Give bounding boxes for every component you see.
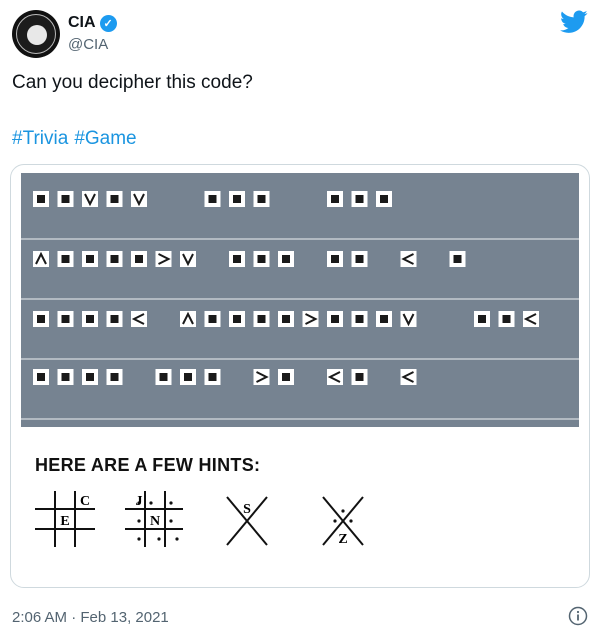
hints-title: HERE ARE A FEW HINTS: — [35, 455, 261, 475]
cipher-glyph-inner — [61, 195, 70, 203]
cipher-glyph-inner — [159, 373, 168, 381]
cipher-glyph-inner — [208, 195, 217, 203]
cipher-glyph-inner — [86, 373, 94, 381]
cipher-glyph-inner — [282, 255, 290, 263]
cipher-glyph-inner — [37, 315, 45, 323]
seal-center — [27, 25, 47, 45]
author-handle[interactable]: @CIA — [68, 36, 108, 53]
cipher-glyph-inner — [355, 255, 364, 263]
verified-badge-icon: ✓ — [99, 14, 117, 32]
cipher-glyph-inner — [233, 255, 241, 263]
cipher-glyph-inner — [37, 195, 45, 203]
cipher-glyph-inner — [233, 195, 241, 203]
cipher-glyph-inner — [453, 255, 462, 263]
hint-letter-s: S — [243, 502, 251, 517]
cipher-glyph-inner — [257, 255, 266, 263]
cipher-glyph-inner — [257, 315, 266, 323]
tweet-media-image[interactable]: HERE ARE A FEW HINTS: C E J N S Z — [10, 164, 590, 588]
hint-letter-c: C — [80, 494, 90, 509]
hashtag-trivia-link[interactable]: #Trivia — [12, 128, 68, 149]
tweet-text: Can you decipher this code? — [12, 72, 253, 93]
hint-letter-n: N — [150, 514, 160, 529]
cipher-glyph-inner — [355, 373, 364, 381]
cipher-glyph-inner — [184, 373, 192, 381]
cipher-glyph-inner — [110, 195, 119, 203]
cipher-glyph-inner — [380, 315, 388, 323]
hashtags: #Trivia #Game — [12, 128, 143, 150]
cipher-glyph-inner — [135, 255, 143, 263]
hint-letter-z: Z — [338, 532, 347, 547]
cipher-glyph-inner — [257, 195, 266, 203]
cipher-glyph-inner — [282, 315, 290, 323]
cipher-glyph-inner — [61, 255, 70, 263]
author-name-row[interactable]: CIA ✓ — [68, 14, 117, 32]
hint-letter-e: E — [60, 514, 69, 529]
hint-diagrams: C E J N S Z — [35, 491, 364, 547]
cipher-code-panel — [21, 173, 579, 427]
cipher-glyph-inner — [86, 255, 94, 263]
twitter-bird-icon[interactable] — [560, 10, 588, 34]
cipher-glyphs — [33, 191, 539, 385]
cipher-glyph-inner — [502, 315, 511, 323]
cipher-glyph-inner — [208, 373, 217, 381]
cipher-glyph-inner — [86, 315, 94, 323]
pigpen-cipher-graphic — [21, 191, 579, 420]
cipher-glyph-inner — [355, 315, 364, 323]
cipher-glyph-inner — [331, 315, 339, 323]
cipher-glyph-inner — [380, 195, 388, 203]
cipher-glyph-inner — [478, 315, 486, 323]
cipher-glyph-inner — [110, 255, 119, 263]
hashtag-game-link[interactable]: #Game — [74, 128, 136, 149]
cipher-glyph-inner — [110, 373, 119, 381]
cipher-glyph-inner — [61, 373, 70, 381]
cipher-glyph-inner — [110, 315, 119, 323]
cipher-glyph-inner — [355, 195, 364, 203]
hint-letter-j: J — [136, 494, 143, 509]
info-icon[interactable] — [568, 606, 588, 626]
cia-avatar[interactable] — [12, 10, 60, 58]
tweet-timestamp[interactable]: 2:06 AM · Feb 13, 2021 — [12, 609, 169, 626]
author-name[interactable]: CIA — [68, 14, 96, 32]
cia-seal-icon — [16, 14, 56, 54]
cipher-glyph-inner — [282, 373, 290, 381]
cipher-glyph-inner — [331, 195, 339, 203]
cipher-glyph-inner — [233, 315, 241, 323]
cipher-glyph-inner — [37, 373, 45, 381]
cipher-glyph-inner — [61, 315, 70, 323]
cipher-glyph-inner — [331, 255, 339, 263]
cipher-glyph-inner — [208, 315, 217, 323]
